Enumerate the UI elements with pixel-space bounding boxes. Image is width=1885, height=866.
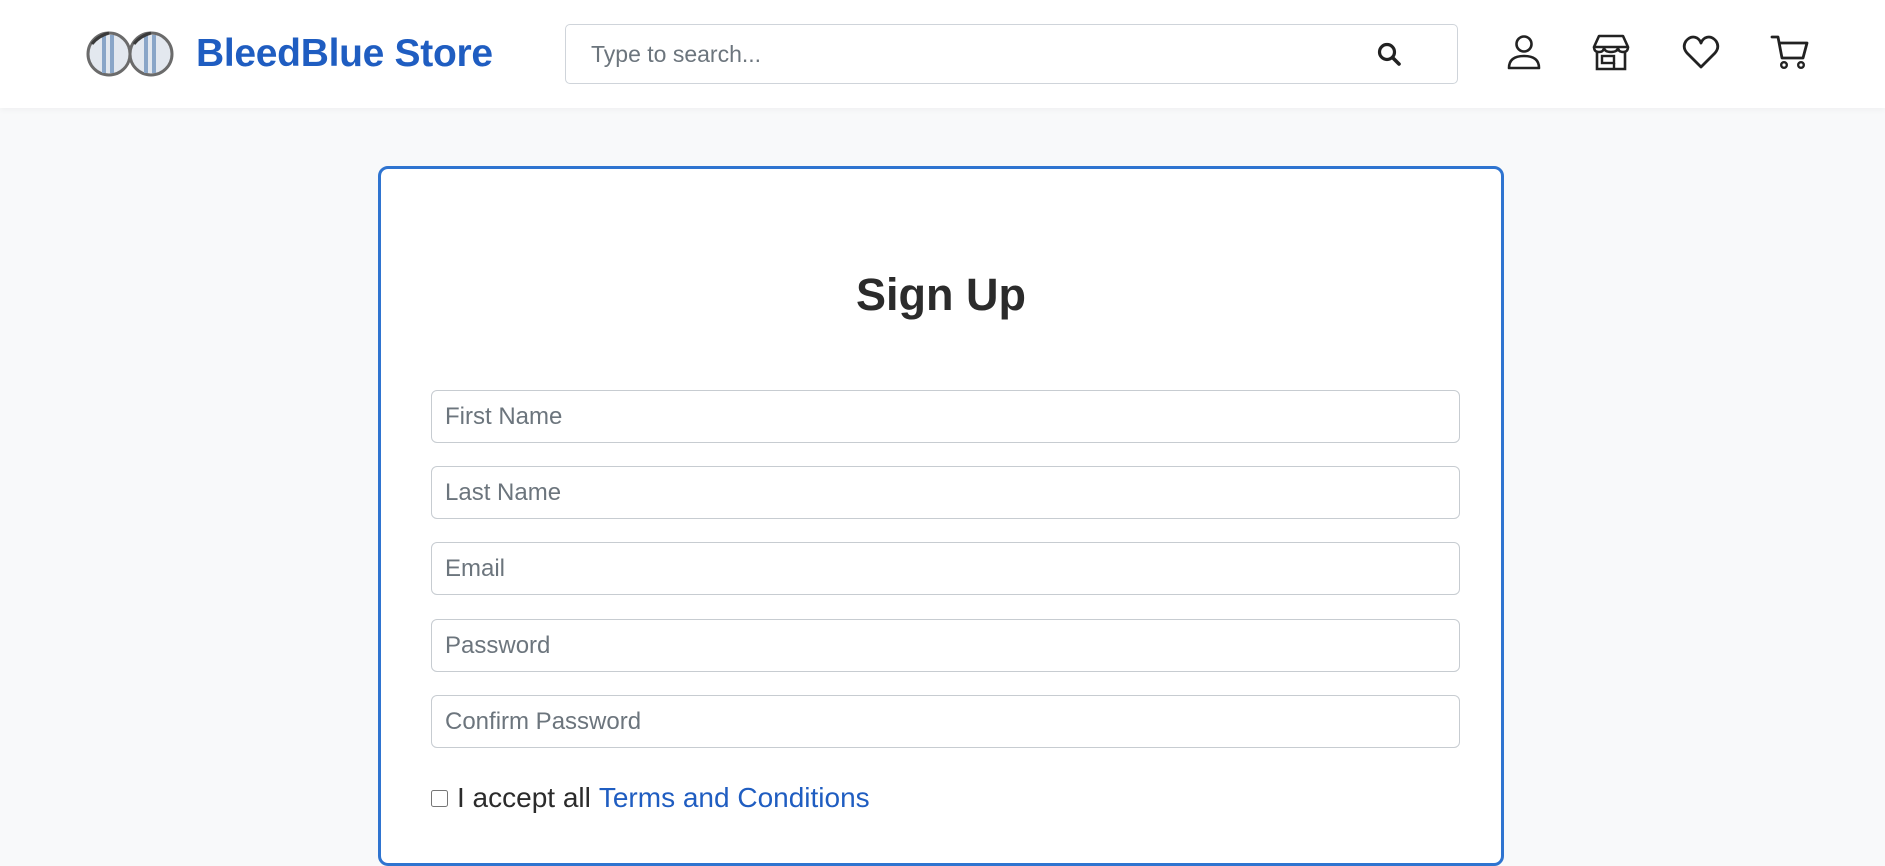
page-title: Sign Up bbox=[856, 269, 1026, 320]
site-header: BleedBlue Store bbox=[0, 0, 1885, 108]
cart-button[interactable] bbox=[1769, 30, 1811, 74]
search-button[interactable] bbox=[1371, 36, 1407, 72]
confirm-password-field[interactable] bbox=[431, 695, 1460, 748]
terms-label: I accept all bbox=[457, 782, 591, 813]
heart-icon bbox=[1682, 35, 1720, 69]
brand-logo-icon bbox=[86, 31, 174, 77]
terms-row: I accept all Terms and Conditions bbox=[431, 781, 870, 815]
account-button[interactable] bbox=[1503, 30, 1545, 74]
brand-name: BleedBlue Store bbox=[196, 32, 493, 75]
last-name-field[interactable] bbox=[431, 466, 1460, 519]
search-input[interactable] bbox=[566, 25, 1386, 83]
store-button[interactable] bbox=[1590, 30, 1632, 74]
signup-card: Sign Up I accept all Terms and Condition… bbox=[378, 166, 1504, 866]
wishlist-button[interactable] bbox=[1680, 30, 1722, 74]
email-field[interactable] bbox=[431, 542, 1460, 595]
store-icon bbox=[1592, 34, 1630, 71]
first-name-field[interactable] bbox=[431, 390, 1460, 443]
brand[interactable]: BleedBlue Store bbox=[84, 28, 493, 80]
search-box bbox=[565, 24, 1458, 84]
password-field[interactable] bbox=[431, 619, 1460, 672]
cart-icon bbox=[1770, 35, 1809, 70]
terms-link[interactable]: Terms and Conditions bbox=[599, 782, 870, 814]
search-icon bbox=[1377, 42, 1401, 66]
user-icon bbox=[1507, 35, 1541, 70]
terms-checkbox[interactable] bbox=[431, 789, 448, 807]
